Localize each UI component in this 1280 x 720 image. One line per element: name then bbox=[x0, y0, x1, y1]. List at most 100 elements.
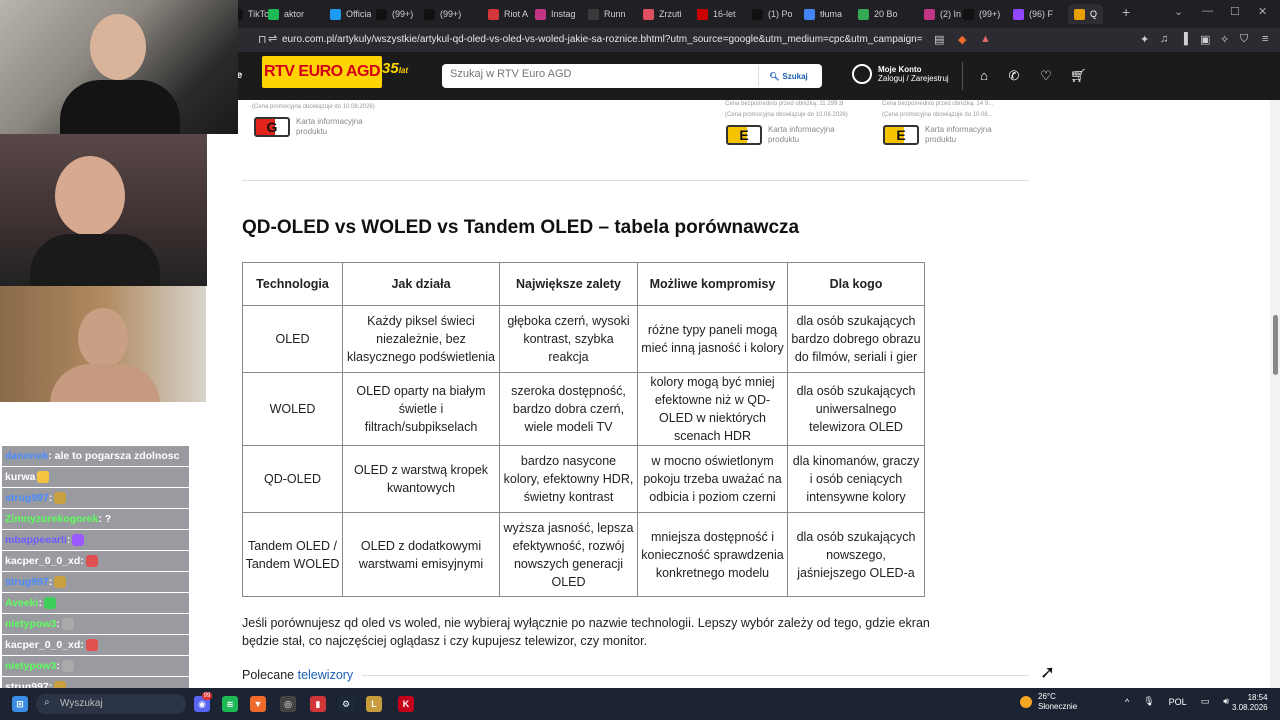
brave-icon[interactable]: ▼ bbox=[250, 696, 266, 712]
browser-tab[interactable]: (99+) bbox=[963, 4, 1000, 24]
volume-icon[interactable]: 🔊︎ bbox=[1223, 696, 1229, 707]
browser-tab[interactable]: 20 Bo bbox=[858, 4, 898, 24]
browser-tab[interactable]: (1) Po bbox=[752, 4, 793, 24]
promo-note: (Cena promocyjna obowiązuje do 10.08.202… bbox=[252, 104, 375, 110]
language-indicator[interactable]: POL bbox=[1169, 697, 1187, 707]
scrollbar-thumb[interactable] bbox=[1273, 315, 1278, 375]
steam-icon[interactable]: ⚙ bbox=[338, 696, 354, 712]
taskbar-search[interactable]: ⌕ Wyszukaj bbox=[36, 694, 186, 714]
url-field[interactable]: euro.com.pl/artykuly/wszystkie/artykul-q… bbox=[282, 32, 922, 48]
tab-favicon-icon bbox=[924, 8, 935, 20]
reader-icon[interactable]: ▤ bbox=[934, 33, 944, 46]
scroll-to-top-icon[interactable]: ➚ bbox=[1040, 662, 1055, 683]
tab-favicon-icon bbox=[858, 8, 869, 20]
chat-message: kurwa bbox=[2, 467, 189, 487]
page-scrollbar[interactable] bbox=[1270, 100, 1280, 688]
weather-widget[interactable]: 26°C Słonecznie bbox=[1020, 692, 1077, 712]
site-info-icon[interactable]: ⇌ bbox=[268, 32, 277, 45]
close-window-icon[interactable]: ✕ bbox=[1258, 5, 1267, 18]
clock[interactable]: 18:54 3.08.2026 bbox=[1232, 693, 1268, 713]
chat-message: Zimnyzurekogorek: ? bbox=[2, 509, 189, 529]
sidebar-icon[interactable]: ▐ bbox=[1180, 33, 1188, 45]
streamer-body bbox=[50, 364, 160, 402]
browser-tab[interactable]: (99+) bbox=[376, 4, 413, 24]
chat-username[interactable]: kacper_0_0_xd bbox=[5, 639, 80, 651]
chat-username[interactable]: mbappeearli bbox=[5, 534, 67, 546]
app-icon[interactable]: K bbox=[398, 696, 414, 712]
heart-icon[interactable]: ♡ bbox=[1038, 68, 1054, 84]
energy-label[interactable]: E Karta informacyjna produktu bbox=[883, 125, 1005, 145]
phone-icon[interactable]: ✆ bbox=[1006, 68, 1022, 84]
search-icon: ⌕ bbox=[44, 697, 50, 708]
browser-tab[interactable]: Riot A bbox=[488, 4, 528, 24]
tab-favicon-icon bbox=[268, 8, 279, 20]
tab-list-icon[interactable]: ⌄ bbox=[1174, 5, 1183, 18]
league-icon[interactable]: L bbox=[366, 696, 382, 712]
display-icon[interactable]: ▭ bbox=[1201, 696, 1210, 707]
browser-tab[interactable]: Instag bbox=[535, 4, 576, 24]
site-logo[interactable]: RTV EURO AGD bbox=[262, 56, 382, 88]
account-menu[interactable]: Moje Konto Zaloguj / Zarejestruj bbox=[852, 64, 949, 84]
browser-tab[interactable]: (2) In bbox=[924, 4, 961, 24]
chat-username[interactable]: danonek bbox=[5, 450, 48, 462]
vpn-icon[interactable]: ⛉ bbox=[1240, 33, 1248, 46]
browser-tab[interactable]: aktor bbox=[268, 4, 304, 24]
search-input[interactable] bbox=[450, 68, 750, 80]
column-header: Największe zalety bbox=[499, 262, 638, 306]
start-icon[interactable]: ⊞ bbox=[12, 696, 28, 712]
leo-icon[interactable]: ✧ bbox=[1220, 33, 1229, 46]
chat-text: : bbox=[56, 660, 60, 672]
table-row: WOLED OLED oparty na białym świetle i fi… bbox=[242, 372, 925, 446]
energy-label[interactable]: E Karta informacyjna produktu bbox=[726, 125, 848, 145]
tab-label: (1) Po bbox=[768, 9, 793, 19]
notification-badge: 99 bbox=[202, 692, 212, 700]
tab-label: Runn bbox=[604, 9, 626, 19]
chat-username[interactable]: nietypow3 bbox=[5, 618, 56, 630]
price-note: Cena bezpośrednio przed obniżką: 14 9... bbox=[882, 101, 994, 107]
energy-label[interactable]: G Karta informacyjna produktu bbox=[254, 117, 376, 137]
table-header-row: Technologia Jak działa Największe zalety… bbox=[242, 262, 925, 306]
maximize-icon[interactable]: ☐ bbox=[1230, 5, 1240, 18]
cart-icon[interactable]: 🛒︎ bbox=[1070, 68, 1087, 84]
table-cell: QD-OLED bbox=[242, 445, 343, 513]
chat-username[interactable]: strug997 bbox=[5, 492, 49, 504]
tab-favicon-icon bbox=[424, 8, 435, 20]
obs-icon[interactable]: ◎ bbox=[280, 696, 296, 712]
browser-tab[interactable]: (96) F bbox=[1013, 4, 1053, 24]
riot-icon[interactable]: ▮ bbox=[310, 696, 326, 712]
chat-username[interactable]: Aveeki bbox=[5, 597, 38, 609]
wallet-icon[interactable]: ▣ bbox=[1200, 33, 1210, 46]
new-tab-button[interactable]: + bbox=[1122, 4, 1130, 20]
chat-username[interactable]: Zimnyzurekogorek bbox=[5, 513, 98, 525]
chat-text: : ale to pogarsza zdolnosc bbox=[48, 450, 180, 462]
chat-username[interactable]: kacper_0_0_xd bbox=[5, 555, 80, 567]
chevron-up-icon[interactable]: ^ bbox=[1125, 697, 1129, 707]
brave-shield-icon[interactable]: ◆ bbox=[958, 33, 966, 46]
browser-tab[interactable]: (99+) bbox=[424, 4, 461, 24]
music-icon[interactable]: ♫ bbox=[1160, 33, 1168, 45]
sun-icon bbox=[1020, 696, 1032, 708]
recommended-link[interactable]: telewizory bbox=[298, 668, 354, 682]
streamer-face bbox=[90, 14, 146, 80]
search-button[interactable]: 🔍︎ Szukaj bbox=[758, 66, 818, 86]
chat-username[interactable]: strug997 bbox=[5, 576, 49, 588]
chat-username[interactable]: kurwa bbox=[5, 471, 35, 483]
chat-username[interactable]: nietypow3 bbox=[5, 660, 56, 672]
browser-tab[interactable]: Q bbox=[1068, 4, 1104, 24]
minimize-icon[interactable]: — bbox=[1202, 5, 1213, 17]
store-locator-icon[interactable]: ⌂ bbox=[976, 68, 992, 84]
spotify-icon[interactable]: ≋ bbox=[222, 696, 238, 712]
column-header: Jak działa bbox=[342, 262, 500, 306]
rewards-icon[interactable]: ▲ bbox=[980, 33, 991, 45]
browser-tab[interactable]: Officia bbox=[330, 4, 371, 24]
browser-tab[interactable]: Zrzuti bbox=[643, 4, 682, 24]
webcam-2 bbox=[0, 134, 207, 286]
browser-tab[interactable]: Runn bbox=[588, 4, 626, 24]
browser-tab[interactable]: tłuma bbox=[804, 4, 842, 24]
menu-icon[interactable]: ≡ bbox=[1262, 33, 1268, 45]
bookmark-icon[interactable]: ⊓ bbox=[258, 33, 267, 46]
browser-tab[interactable]: 16-let bbox=[697, 4, 736, 24]
extensions-icon[interactable]: ✦ bbox=[1140, 33, 1149, 46]
microphone-icon[interactable]: 🎙︎ bbox=[1143, 696, 1154, 707]
energy-class-badge: G bbox=[254, 117, 290, 137]
